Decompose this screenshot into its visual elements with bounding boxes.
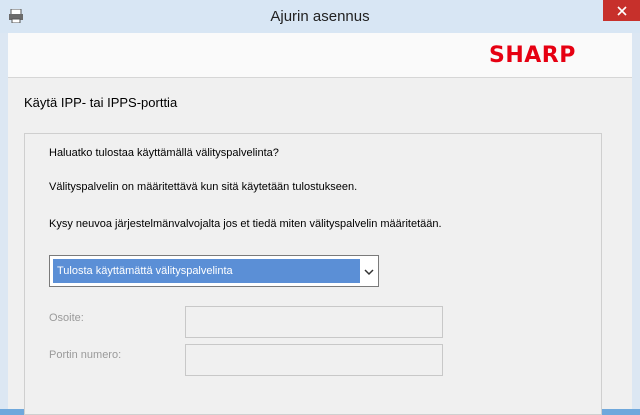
address-label: Osoite: [49, 312, 84, 324]
page-title: Käytä IPP- tai IPPS-porttia [24, 95, 178, 110]
header-band: SHARP [8, 33, 632, 78]
window-title: Ajurin asennus [270, 8, 370, 25]
proxy-question: Haluatko tulostaa käyttämällä välityspal… [49, 147, 279, 159]
port-label: Portin numero: [49, 349, 122, 361]
close-icon [616, 5, 627, 16]
installer-window: Ajurin asennus SHARP Käytä IPP- tai IPPS… [0, 0, 640, 415]
proxy-help: Kysy neuvoa järjestelmänvalvojalta jos e… [49, 218, 442, 230]
proxy-info: Välityspalvelin on määritettävä kun sitä… [49, 181, 358, 193]
chevron-down-icon[interactable] [363, 265, 375, 277]
client-area: SHARP Käytä IPP- tai IPPS-porttia Haluat… [8, 33, 632, 415]
proxy-dropdown[interactable]: Tulosta käyttämättä välityspalvelinta [49, 255, 379, 287]
sharp-logo: SHARP [489, 43, 576, 68]
address-field[interactable] [185, 306, 443, 338]
proxy-dropdown-value: Tulosta käyttämättä välityspalvelinta [53, 259, 360, 283]
title-bar[interactable]: Ajurin asennus [0, 0, 640, 33]
close-button[interactable] [603, 0, 640, 21]
proxy-settings-panel: Haluatko tulostaa käyttämällä välityspal… [24, 133, 602, 415]
port-field[interactable] [185, 344, 443, 376]
